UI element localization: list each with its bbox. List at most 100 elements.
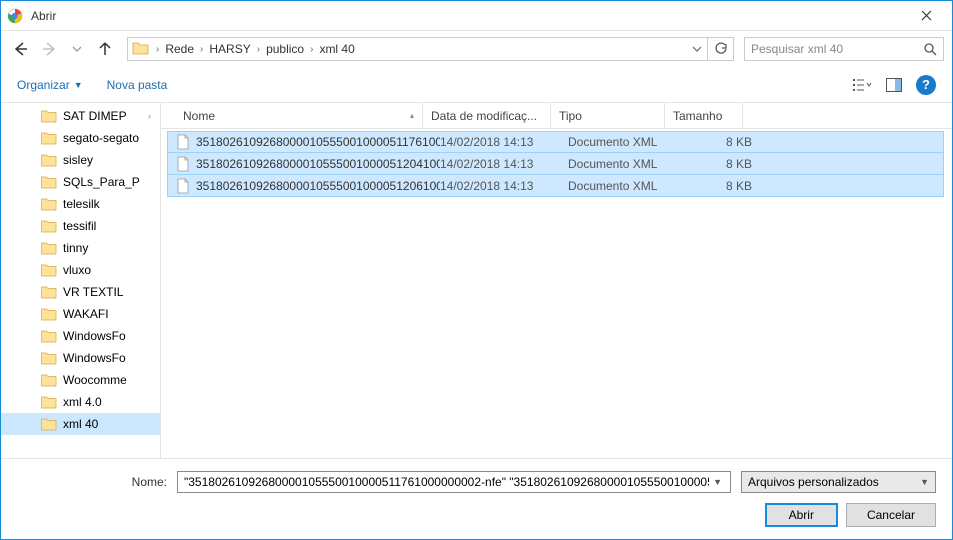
new-folder-label: Nova pasta: [107, 78, 168, 92]
tree-item-label: tessifil: [63, 219, 96, 233]
column-headers: Nome ▴ Data de modificaç... Tipo Tamanho: [161, 103, 952, 129]
filetype-select[interactable]: Arquivos personalizados ▼: [741, 471, 936, 493]
tree-item-label: segato-segato: [63, 131, 139, 145]
tree-item[interactable]: segato-segato: [1, 127, 160, 149]
tree-item-label: tinny: [63, 241, 88, 255]
tree-item[interactable]: SQLs_Para_P: [1, 171, 160, 193]
breadcrumb-item[interactable]: Rede: [163, 42, 196, 56]
organize-menu[interactable]: Organizar ▼: [17, 78, 83, 92]
file-row[interactable]: 35180261092680000105550010000511761000..…: [167, 131, 944, 153]
tree-item[interactable]: sisley: [1, 149, 160, 171]
file-icon: [176, 156, 190, 172]
file-name: 35180261092680000105550010000511761000..…: [196, 135, 440, 149]
tree-item[interactable]: vluxo: [1, 259, 160, 281]
folder-icon: [41, 285, 57, 299]
view-options-button[interactable]: [848, 73, 876, 97]
file-name: 35180261092680000105550010000512061000..…: [196, 179, 440, 193]
help-button[interactable]: ?: [916, 75, 936, 95]
file-date: 14/02/2018 14:13: [440, 135, 568, 149]
tree-item-label: WindowsFo: [63, 329, 126, 343]
up-button[interactable]: [93, 37, 117, 61]
cancel-button[interactable]: Cancelar: [846, 503, 936, 527]
tree-item[interactable]: VR TEXTIL: [1, 281, 160, 303]
folder-icon: [41, 197, 57, 211]
tree-item-label: xml 40: [63, 417, 98, 431]
chevron-right-icon[interactable]: ›: [152, 44, 163, 55]
breadcrumb-item[interactable]: publico: [264, 42, 306, 56]
file-icon: [176, 178, 190, 194]
chevron-right-icon[interactable]: ›: [196, 44, 207, 55]
file-type: Documento XML: [568, 157, 682, 171]
column-header-date[interactable]: Data de modificaç...: [423, 103, 551, 128]
tree-item[interactable]: xml 4.0: [1, 391, 160, 413]
refresh-button[interactable]: [707, 37, 733, 61]
folder-icon: [41, 263, 57, 277]
column-header-type[interactable]: Tipo: [551, 103, 665, 128]
folder-icon: [41, 219, 57, 233]
column-header-name[interactable]: Nome ▴: [175, 103, 423, 128]
folder-icon: [41, 329, 57, 343]
window-title: Abrir: [31, 9, 906, 23]
tree-item-label: SAT DIMEP: [63, 109, 127, 123]
forward-button: [37, 37, 61, 61]
search-box[interactable]: [744, 37, 944, 61]
new-folder-button[interactable]: Nova pasta: [107, 78, 168, 92]
tree-item[interactable]: tinny: [1, 237, 160, 259]
folder-icon: [41, 153, 57, 167]
recent-locations-button[interactable]: [65, 37, 89, 61]
tree-item-label: VR TEXTIL: [63, 285, 123, 299]
file-name: 35180261092680000105550010000512041000..…: [196, 157, 440, 171]
open-button[interactable]: Abrir: [765, 503, 838, 527]
file-row[interactable]: 35180261092680000105550010000512041000..…: [167, 153, 944, 175]
tree-item-label: WAKAFI: [63, 307, 109, 321]
file-pane: Nome ▴ Data de modificaç... Tipo Tamanho…: [161, 103, 952, 458]
tree-item[interactable]: xml 40: [1, 413, 160, 435]
search-icon[interactable]: [923, 42, 937, 56]
chevron-down-icon[interactable]: ▼: [709, 477, 726, 487]
file-date: 14/02/2018 14:13: [440, 179, 568, 193]
tree-item-label: sisley: [63, 153, 93, 167]
filename-combobox[interactable]: ▼: [177, 471, 731, 493]
file-list[interactable]: 35180261092680000105550010000511761000..…: [161, 129, 952, 458]
file-date: 14/02/2018 14:13: [440, 157, 568, 171]
tree-item-label: WindowsFo: [63, 351, 126, 365]
chevron-right-icon[interactable]: ›: [148, 111, 156, 121]
address-bar[interactable]: › Rede › HARSY › publico › xml 40: [127, 37, 734, 61]
address-history-button[interactable]: [687, 44, 707, 54]
breadcrumb-item[interactable]: xml 40: [317, 42, 356, 56]
file-size: 8 KB: [682, 157, 752, 171]
tree-item[interactable]: WindowsFo: [1, 347, 160, 369]
search-input[interactable]: [751, 42, 923, 56]
preview-pane-button[interactable]: [880, 73, 908, 97]
filename-input[interactable]: [184, 475, 709, 489]
folder-icon: [41, 395, 57, 409]
tree-item[interactable]: tessifil: [1, 215, 160, 237]
folder-tree[interactable]: SAT DIMEP › segato-segato sisley SQLs_Para_P…: [1, 103, 161, 458]
tree-item[interactable]: telesilk: [1, 193, 160, 215]
folder-icon: [41, 175, 57, 189]
tree-item[interactable]: Woocomme: [1, 369, 160, 391]
tree-item-label: SQLs_Para_P: [63, 175, 140, 189]
tree-item[interactable]: SAT DIMEP ›: [1, 105, 160, 127]
tree-item-label: vluxo: [63, 263, 91, 277]
file-row[interactable]: 35180261092680000105550010000512061000..…: [167, 175, 944, 197]
chevron-right-icon[interactable]: ›: [306, 44, 317, 55]
tree-item-label: Woocomme: [63, 373, 127, 387]
file-type: Documento XML: [568, 179, 682, 193]
chevron-right-icon[interactable]: ›: [253, 44, 264, 55]
tree-item[interactable]: WAKAFI: [1, 303, 160, 325]
dialog-footer: Nome: ▼ Arquivos personalizados ▼ Abrir …: [1, 458, 952, 539]
filename-label: Nome:: [17, 475, 167, 489]
toolbar: Organizar ▼ Nova pasta ?: [1, 67, 952, 103]
column-header-size[interactable]: Tamanho: [665, 103, 743, 128]
tree-item[interactable]: WindowsFo: [1, 325, 160, 347]
close-button[interactable]: [906, 1, 946, 31]
breadcrumb-item[interactable]: HARSY: [207, 42, 252, 56]
folder-icon: [41, 109, 57, 123]
filetype-label: Arquivos personalizados: [748, 475, 879, 489]
folder-icon: [41, 307, 57, 321]
file-size: 8 KB: [682, 135, 752, 149]
back-button[interactable]: [9, 37, 33, 61]
organize-label: Organizar: [17, 78, 70, 92]
file-open-dialog: Abrir › Rede › HARSY ›: [0, 0, 953, 540]
